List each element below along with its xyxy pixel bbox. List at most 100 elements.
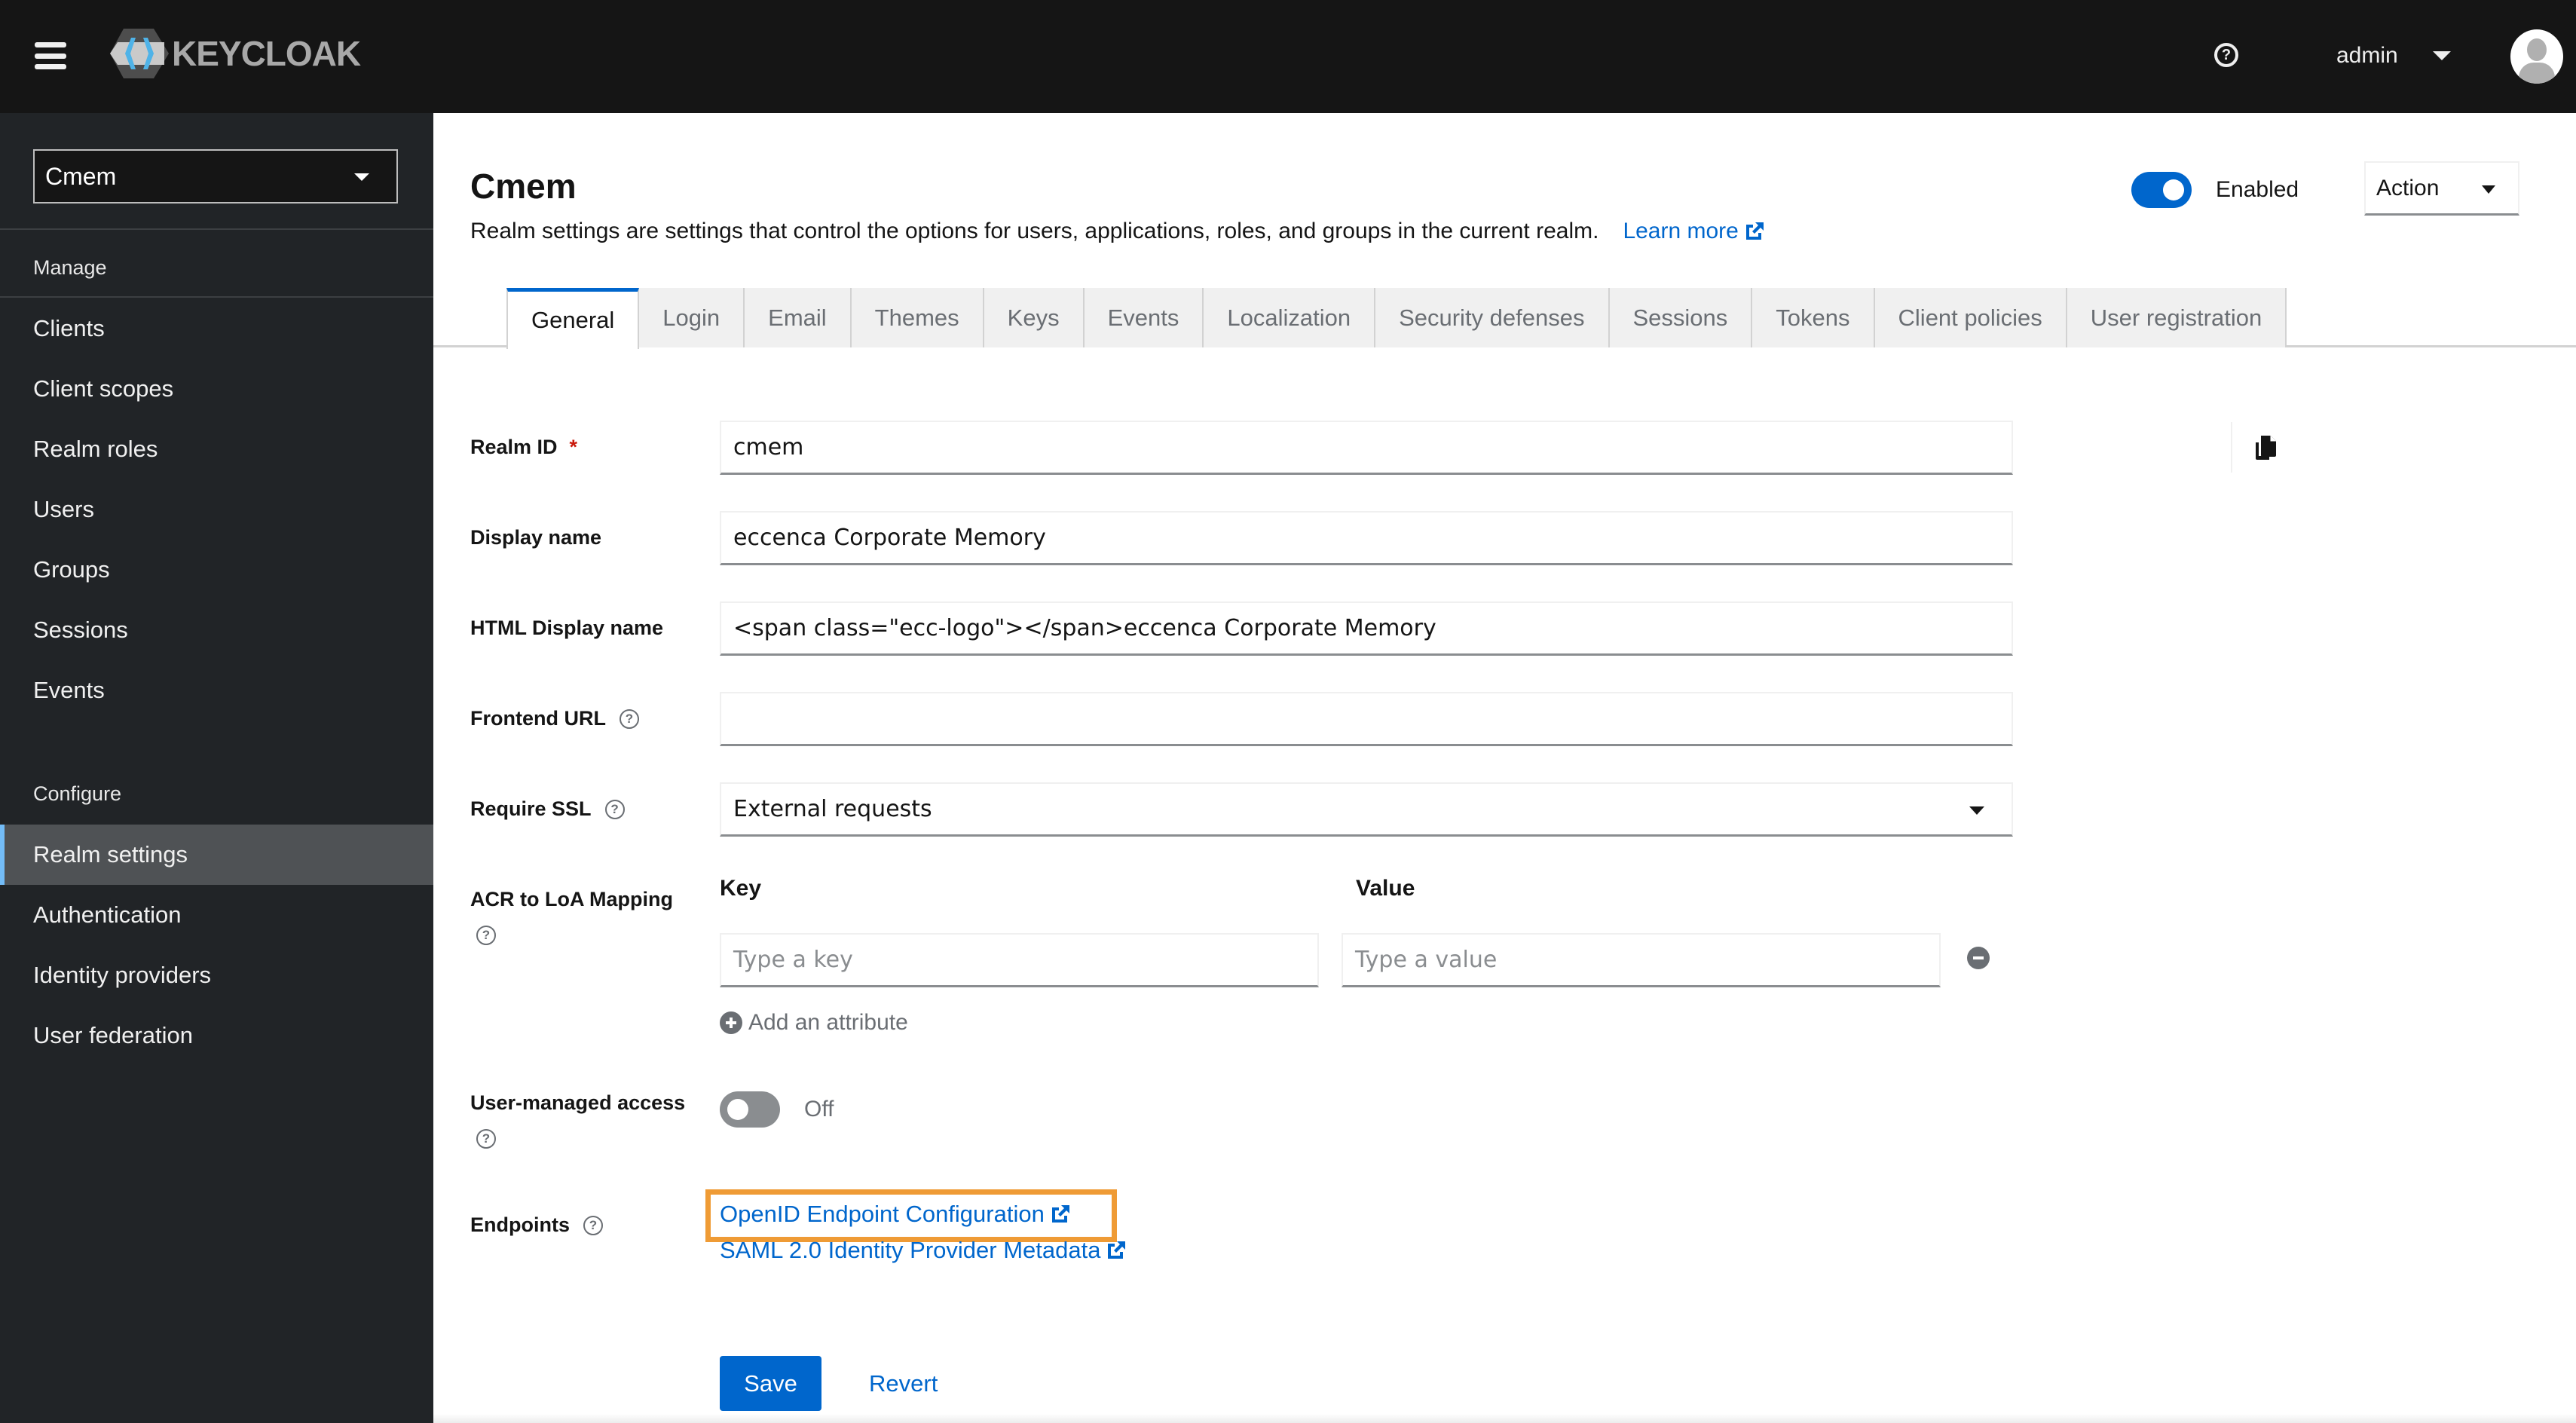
toggle-switch-off[interactable] [720, 1091, 780, 1128]
sidebar-item-events[interactable]: Events [0, 660, 433, 721]
require-ssl-label-text: Require SSL [470, 797, 592, 820]
acr-key-input[interactable]: Type a key [720, 933, 1319, 987]
realm-selector[interactable]: Cmem [33, 149, 398, 204]
tab-client-policies[interactable]: Client policies [1874, 288, 2067, 347]
help-icon[interactable]: ? [2214, 43, 2238, 67]
saml-metadata-label: SAML 2.0 Identity Provider Metadata [720, 1237, 1101, 1263]
key-column-header: Key [720, 876, 762, 901]
acr-mapping-label: ACR to LoA Mapping [470, 888, 673, 910]
sidebar: Cmem Manage Clients Client scopes Realm … [0, 113, 433, 1423]
hamburger-icon[interactable] [35, 42, 66, 69]
masthead: KEYCLOAK ? admin [0, 0, 2576, 113]
help-icon[interactable]: ? [476, 926, 496, 945]
learn-more-label: Learn more [1623, 219, 1739, 243]
user-managed-access-state: Off [804, 1097, 834, 1122]
tab-email[interactable]: Email [745, 288, 852, 347]
sidebar-divider [0, 228, 433, 230]
copy-icon [2255, 435, 2276, 460]
realm-id-input[interactable]: cmem [720, 421, 2276, 475]
tab-general[interactable]: General [506, 288, 640, 349]
help-icon[interactable]: ? [619, 708, 639, 729]
external-link-icon [1108, 1241, 1126, 1259]
frontend-url-input[interactable] [720, 692, 2013, 746]
copy-button[interactable] [2231, 422, 2299, 473]
endpoints-label: Endpoints ? [470, 1213, 603, 1237]
avatar-head-icon [2527, 38, 2547, 61]
user-menu-toggle[interactable]: admin [2336, 39, 2451, 72]
acr-value-placeholder: Type a value [1355, 947, 1498, 973]
sidebar-item-identity-providers[interactable]: Identity providers [0, 945, 433, 1005]
sidebar-item-sessions[interactable]: Sessions [0, 600, 433, 660]
tab-sessions[interactable]: Sessions [1609, 288, 1753, 347]
sidebar-item-groups[interactable]: Groups [0, 540, 433, 600]
user-name: admin [2336, 43, 2398, 68]
realm-id-label-text: Realm ID [470, 436, 558, 458]
add-attribute-button[interactable]: Add an attribute [720, 1010, 908, 1036]
openid-endpoint-link[interactable]: OpenID Endpoint Configuration [720, 1201, 1072, 1228]
tab-login[interactable]: Login [639, 288, 745, 347]
action-label: Action [2376, 175, 2440, 200]
realm-settings-tabs: General Login Email Themes Keys Events L… [506, 288, 2287, 349]
help-icon[interactable]: ? [583, 1215, 603, 1235]
sidebar-divider [0, 296, 433, 298]
require-ssl-label: Require SSL ? [470, 797, 625, 821]
value-column-header: Value [1356, 876, 1415, 901]
page-description: Realm settings are settings that control… [470, 219, 1766, 244]
save-button[interactable]: Save [720, 1356, 821, 1411]
help-icon[interactable]: ? [476, 1129, 496, 1149]
require-ssl-select[interactable]: External requests [720, 782, 2013, 837]
sidebar-item-authentication[interactable]: Authentication [0, 885, 433, 945]
plus-circle-icon [720, 1011, 742, 1034]
sidebar-item-realm-settings[interactable]: Realm settings [0, 825, 433, 885]
acr-value-input[interactable]: Type a value [1342, 933, 1941, 987]
nav-section-configure: Configure [33, 782, 122, 805]
external-link-icon [1051, 1205, 1069, 1223]
html-display-name-input[interactable]: <span class="ecc-logo"></span>eccenca Co… [720, 601, 2013, 656]
realm-selector-value: Cmem [45, 162, 117, 190]
require-ssl-value: External requests [733, 796, 932, 822]
tab-security-defenses[interactable]: Security defenses [1375, 288, 1610, 347]
nav-section-manage: Manage [33, 256, 107, 279]
openid-endpoint-label: OpenID Endpoint Configuration [720, 1201, 1045, 1227]
realm-id-label: Realm ID * [470, 436, 577, 459]
tab-events[interactable]: Events [1084, 288, 1204, 347]
realm-enabled-switch[interactable]: Enabled [2131, 172, 2299, 208]
caret-down-icon [1969, 806, 1984, 815]
sidebar-item-realm-roles[interactable]: Realm roles [0, 419, 433, 479]
tab-themes[interactable]: Themes [851, 288, 984, 347]
html-display-name-value: <span class="ecc-logo"></span>eccenca Co… [733, 615, 1436, 641]
html-display-name-label: HTML Display name [470, 617, 664, 639]
help-icon[interactable]: ? [604, 799, 625, 819]
saml-metadata-link[interactable]: SAML 2.0 Identity Provider Metadata [720, 1237, 1127, 1264]
keycloak-logo-icon [110, 29, 169, 78]
sidebar-item-user-federation[interactable]: User federation [0, 1005, 433, 1066]
tab-keys[interactable]: Keys [984, 288, 1085, 347]
logo-text: KEYCLOAK [172, 34, 361, 73]
tab-localization[interactable]: Localization [1204, 288, 1376, 347]
caret-down-icon [2482, 185, 2495, 194]
action-dropdown[interactable]: Action [2364, 161, 2519, 216]
minus-circle-icon[interactable] [1967, 947, 1990, 969]
caret-down-icon [354, 173, 369, 181]
user-managed-access-label: User-managed access [470, 1091, 686, 1114]
bottom-shadow [433, 1414, 2576, 1423]
display-name-input[interactable]: eccenca Corporate Memory [720, 511, 2013, 565]
sidebar-item-client-scopes[interactable]: Client scopes [0, 359, 433, 419]
user-managed-access-switch[interactable]: Off [720, 1091, 834, 1128]
tab-tokens[interactable]: Tokens [1752, 288, 1875, 347]
required-marker: * [569, 436, 578, 458]
tab-user-registration[interactable]: User registration [2067, 288, 2287, 347]
add-attribute-label: Add an attribute [748, 1010, 908, 1035]
avatar-body-icon [2519, 63, 2555, 84]
learn-more-link[interactable]: Learn more [1623, 219, 1765, 244]
caret-down-icon [2432, 51, 2451, 60]
sidebar-item-clients[interactable]: Clients [0, 298, 433, 359]
acr-key-placeholder: Type a key [733, 947, 853, 973]
page-title: Cmem [470, 167, 577, 206]
toggle-switch-on[interactable] [2131, 172, 2192, 208]
avatar[interactable] [2510, 29, 2563, 84]
display-name-label: Display name [470, 526, 602, 549]
revert-button[interactable]: Revert [869, 1356, 938, 1411]
keycloak-logo[interactable]: KEYCLOAK [110, 29, 361, 78]
sidebar-item-users[interactable]: Users [0, 479, 433, 540]
